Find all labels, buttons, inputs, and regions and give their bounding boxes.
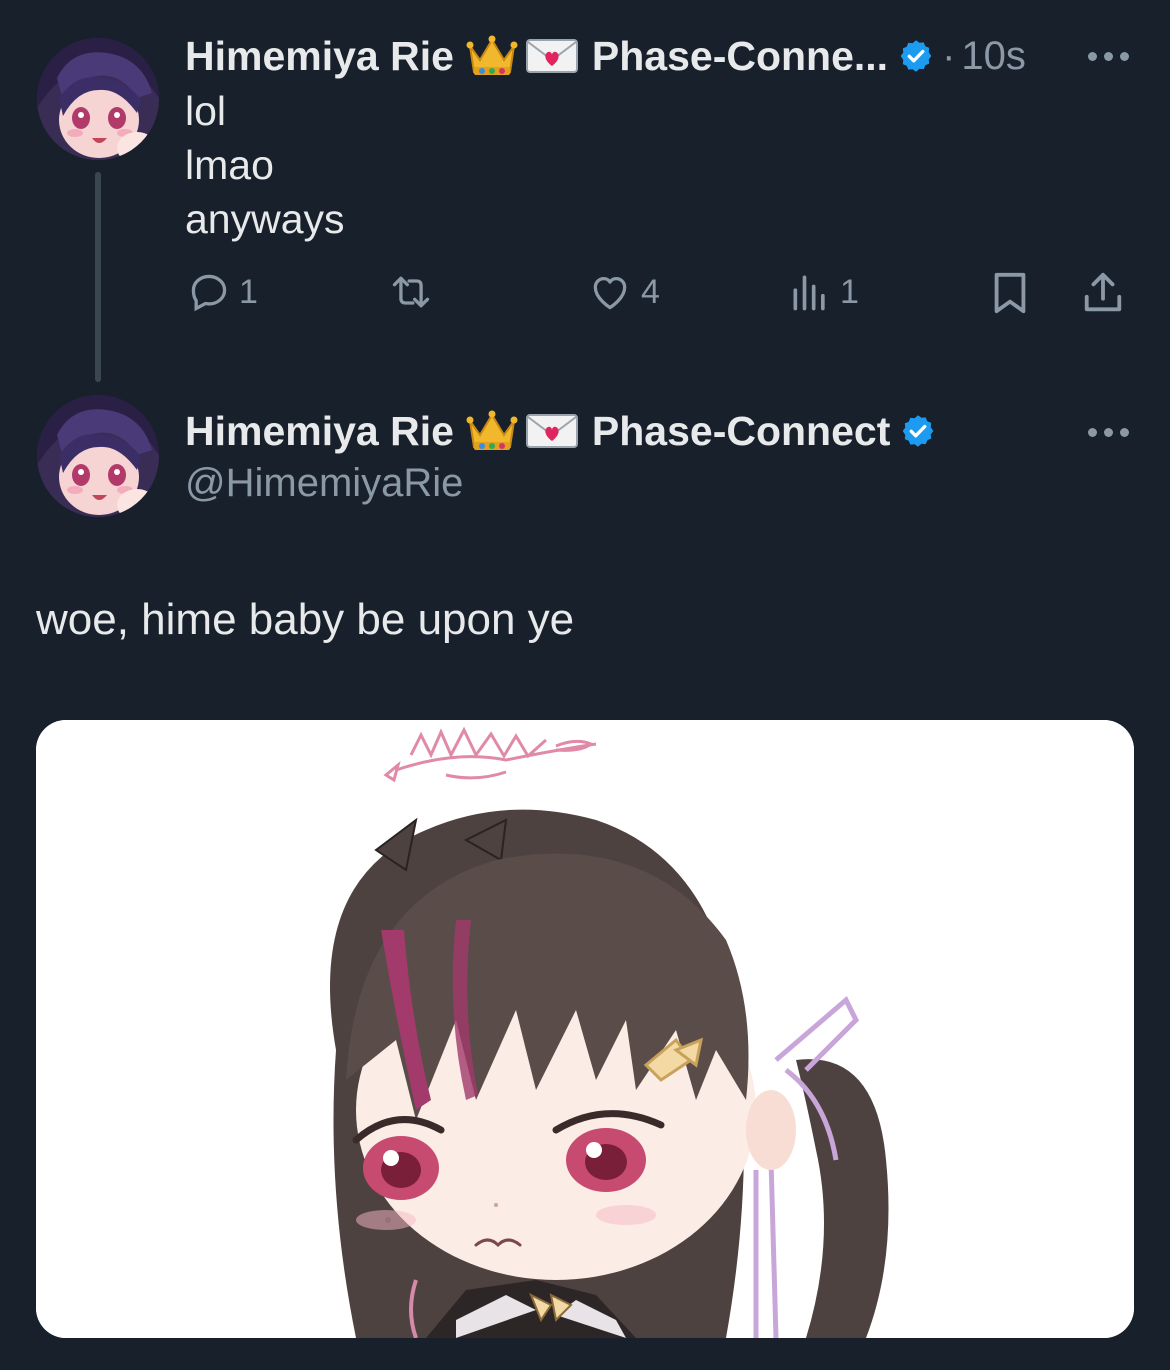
avatar[interactable] <box>37 38 159 160</box>
thread-connector-line <box>95 172 101 382</box>
crown-emoji-icon <box>466 409 518 453</box>
bookmark-icon <box>994 272 1026 314</box>
timestamp[interactable]: 10s <box>961 32 1026 80</box>
verified-badge-icon <box>900 413 936 449</box>
tweet-line: lol <box>185 88 227 134</box>
timestamp-separator: · <box>942 34 956 78</box>
crown-emoji-icon <box>466 34 518 78</box>
love-letter-icon <box>525 38 578 74</box>
like-button[interactable]: 4 <box>587 270 660 314</box>
media-image[interactable] <box>36 720 1134 1338</box>
share-button[interactable] <box>1080 270 1126 316</box>
bookmark-button[interactable] <box>990 270 1030 316</box>
views-count: 1 <box>840 272 859 311</box>
reply-count: 1 <box>239 272 258 311</box>
more-options-icon[interactable] <box>1088 428 1129 437</box>
views-button[interactable]: 1 <box>788 270 859 314</box>
affiliation-name[interactable]: Phase-Conne... <box>592 32 888 80</box>
tweet-text: lol lmao anyways <box>185 84 345 246</box>
reply-icon <box>191 274 227 312</box>
display-name[interactable]: Himemiya Rie <box>185 32 454 80</box>
love-letter-icon <box>525 413 578 449</box>
reply-button[interactable]: 1 <box>187 270 258 314</box>
handle[interactable]: @HimemiyaRie <box>185 459 463 507</box>
verified-badge-icon <box>898 38 934 74</box>
views-chart-icon <box>793 275 825 311</box>
tweet-header: Himemiya Rie Phase-Connect <box>185 407 936 455</box>
display-name[interactable]: Himemiya Rie <box>185 407 454 455</box>
tweet-line: anyways <box>185 196 345 242</box>
repost-button[interactable] <box>384 270 446 314</box>
repost-icon <box>392 276 430 308</box>
tweet-text: woe, hime baby be upon ye <box>36 595 575 644</box>
more-options-icon[interactable] <box>1088 52 1129 61</box>
tweet-header: Himemiya Rie Phase-Conne... · 10s <box>185 32 1026 80</box>
avatar[interactable] <box>37 395 159 517</box>
affiliation-name[interactable]: Phase-Connect <box>592 407 890 455</box>
tweet-line: lmao <box>185 142 274 188</box>
heart-icon <box>593 276 627 310</box>
share-icon <box>1084 272 1122 312</box>
like-count: 4 <box>641 272 660 311</box>
